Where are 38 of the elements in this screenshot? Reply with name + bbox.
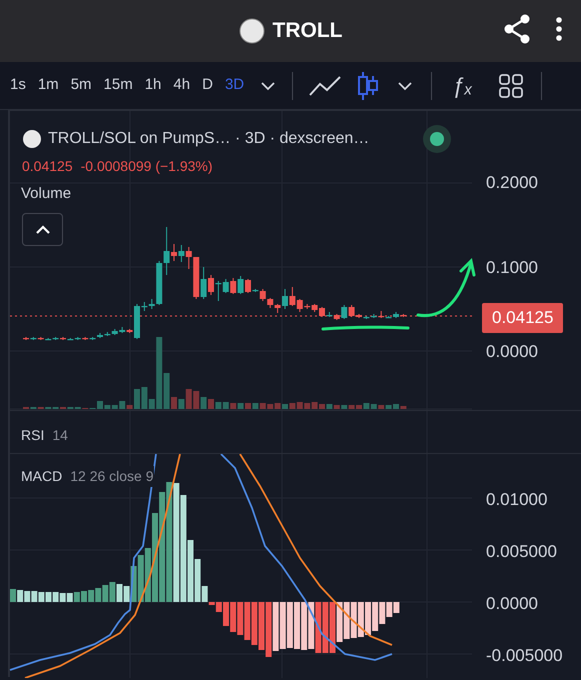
more-icon[interactable] bbox=[555, 16, 563, 42]
axis-label: 0.01000 bbox=[486, 489, 548, 511]
line-chart-icon[interactable] bbox=[309, 74, 342, 96]
interval-tab[interactable]: 3D bbox=[218, 66, 250, 106]
interval-tab[interactable]: D bbox=[196, 66, 219, 106]
axis-label: 0.005000 bbox=[486, 541, 557, 563]
candlestick-icon[interactable] bbox=[357, 70, 380, 100]
axis-label: -0.005000 bbox=[486, 645, 563, 667]
chevron-down-icon[interactable] bbox=[397, 80, 414, 90]
interval-tab[interactable]: 1m bbox=[32, 66, 65, 106]
axis-label: 0.0000 bbox=[486, 593, 538, 615]
avatar-icon bbox=[22, 129, 42, 149]
chevron-down-icon[interactable] bbox=[260, 80, 276, 90]
status-dot-icon bbox=[422, 124, 452, 154]
avatar-icon bbox=[238, 18, 264, 44]
share-icon[interactable] bbox=[503, 14, 531, 44]
indicator-name: MACD bbox=[21, 467, 62, 486]
volume-label: Volume bbox=[21, 184, 72, 204]
interval-tab[interactable]: 15m bbox=[98, 66, 139, 106]
indicator-name: RSI bbox=[21, 426, 44, 445]
indicators-button[interactable]: ƒₓ bbox=[446, 66, 479, 106]
interval-tab[interactable]: 1s bbox=[4, 66, 32, 106]
symbol-title: TROLL/SOL on PumpS… · 3D · dexscreen… bbox=[48, 129, 370, 149]
axis-label: 0.1000 bbox=[486, 256, 538, 278]
chevron-up-icon bbox=[34, 224, 50, 234]
arrow-drawing bbox=[416, 258, 476, 318]
indicator-params: 12 26 close 9 bbox=[70, 466, 154, 487]
axis-label: 0.0000 bbox=[486, 341, 538, 363]
page-title: TROLL bbox=[272, 18, 342, 44]
interval-tab[interactable]: 5m bbox=[64, 66, 98, 106]
layout-grid-icon[interactable] bbox=[498, 74, 523, 98]
interval-tab[interactable]: 1h bbox=[138, 66, 168, 106]
axis-label: 0.2000 bbox=[486, 172, 538, 194]
price-value: 0.04125 bbox=[22, 157, 73, 176]
interval-tab[interactable]: 4h bbox=[167, 66, 196, 106]
collapse-button[interactable] bbox=[22, 213, 63, 246]
last-price-badge: 0.04125 bbox=[482, 303, 564, 332]
price-change: -0.0008099 (−1.93%) bbox=[80, 157, 213, 176]
